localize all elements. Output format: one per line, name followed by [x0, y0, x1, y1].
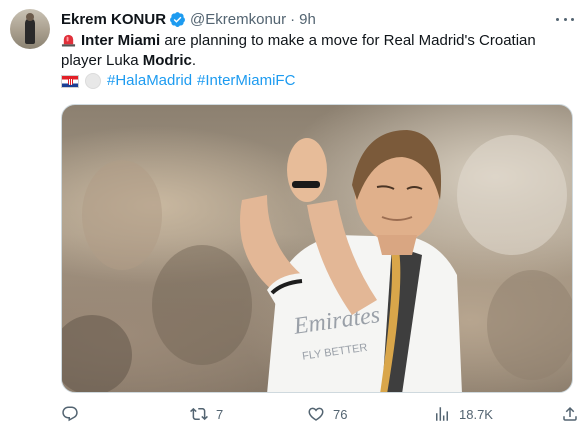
avatar-figure — [25, 18, 35, 44]
avatar-head — [26, 13, 34, 21]
views-count: 18.7K — [459, 406, 493, 422]
modric-mention: Modric — [142, 52, 192, 69]
croatia-flag-icon — [61, 74, 79, 88]
more-icon[interactable] — [556, 12, 574, 26]
tweet-text: Inter Miami are planning to make a move … — [61, 31, 571, 91]
player-photo: Emirates FLY BETTER — [62, 130, 572, 392]
tweet-text-end: . — [191, 52, 197, 69]
hashtag-line: #HalaMadrid #InterMiamiFC — [61, 71, 571, 91]
views-button[interactable]: 18.7K — [433, 403, 493, 425]
author-handle[interactable]: @Ekremkonur — [190, 11, 286, 28]
hashtag-intermiamifc[interactable]: #InterMiamiFC — [197, 71, 295, 91]
views-icon — [436, 407, 448, 421]
verified-badge-icon — [170, 11, 185, 27]
like-icon — [308, 407, 324, 421]
like-count: 76 — [333, 406, 348, 422]
retweet-count: 7 — [216, 406, 224, 422]
header-separator: · — [290, 10, 296, 28]
author-name[interactable]: Ekrem KONUR — [61, 11, 166, 28]
tweet-header: Ekrem KONUR @Ekremkonur · 9h — [61, 9, 316, 29]
tweet-body: Inter Miami are planning to make a move … — [61, 31, 571, 71]
siren-icon — [61, 34, 76, 47]
tweet-actions: 7 76 18.7K — [61, 403, 581, 425]
inter-miami-mention: Inter Miami — [81, 32, 161, 49]
reply-icon — [62, 406, 78, 422]
tweet-timestamp[interactable]: 9h — [299, 11, 316, 28]
retweet-button[interactable]: 7 — [190, 403, 223, 425]
like-button[interactable]: 76 — [307, 403, 347, 425]
retweet-icon — [190, 407, 208, 421]
share-button[interactable] — [561, 403, 579, 425]
reply-button[interactable] — [61, 403, 87, 425]
white-circle-icon — [85, 73, 101, 89]
author-avatar[interactable] — [10, 9, 50, 49]
share-icon — [563, 406, 577, 421]
hashtag-halamadrid[interactable]: #HalaMadrid — [107, 71, 192, 91]
tweet-image[interactable]: Emirates FLY BETTER — [61, 104, 573, 393]
